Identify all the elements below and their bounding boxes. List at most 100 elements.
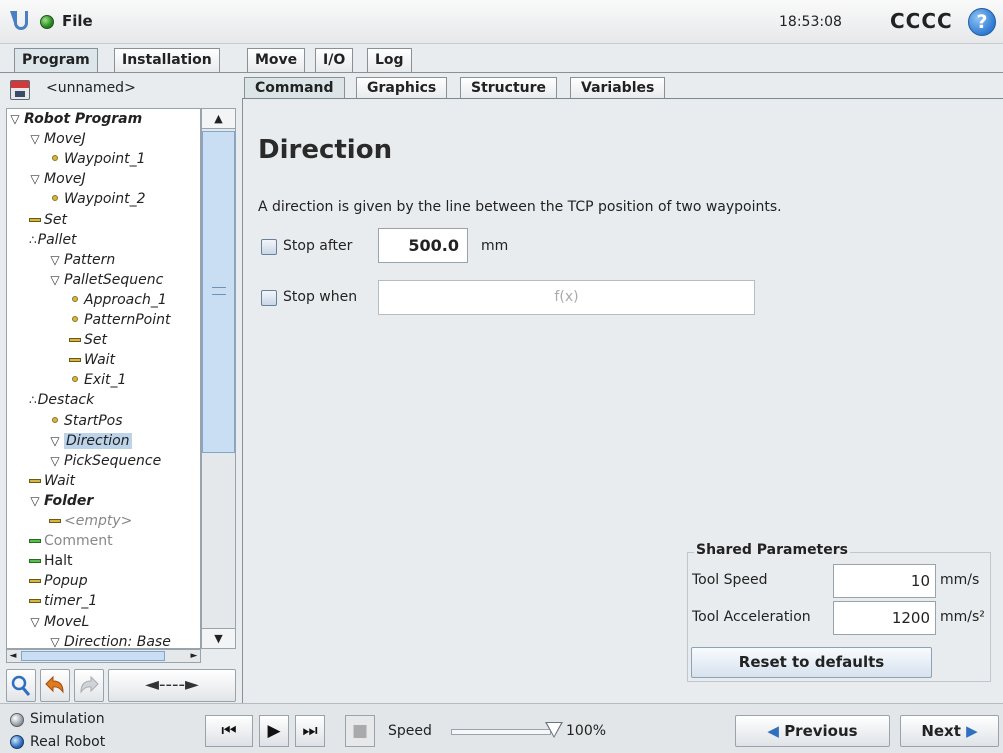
tree-node-label: Set (44, 211, 67, 228)
step-button[interactable]: ⏭ (295, 715, 325, 747)
tab-variables[interactable]: Variables (570, 77, 666, 99)
next-button[interactable]: Next ▶ (900, 715, 999, 747)
tree-node-label: MoveJ (44, 131, 86, 148)
scroll-right-icon[interactable]: ► (188, 650, 200, 662)
tool-acceleration-input[interactable]: 1200 (833, 601, 936, 635)
tab-log[interactable]: Log (367, 48, 412, 72)
save-icon[interactable] (10, 80, 30, 100)
tool-acceleration-label: Tool Acceleration (692, 609, 811, 625)
stop-after-checkbox[interactable] (261, 239, 277, 255)
stop-button[interactable]: ■ (345, 715, 375, 747)
stop-after-unit: mm (481, 238, 509, 254)
triangle-down-icon: ▽ (30, 172, 40, 187)
scroll-thumb[interactable] (202, 131, 235, 453)
speed-slider[interactable] (451, 729, 551, 735)
tree-node[interactable]: Approach_1 (69, 290, 167, 310)
real-robot-radio[interactable] (10, 735, 24, 749)
tree-vertical-scrollbar[interactable]: ▲ ▼ (201, 108, 236, 649)
help-icon[interactable]: ? (968, 8, 996, 36)
real-robot-label[interactable]: Real Robot (30, 734, 105, 750)
program-tree[interactable]: ▽ Robot Program ▽ MoveJ Waypoint_1 ▽ MoveJ Wayp… (6, 108, 201, 649)
tree-node[interactable]: ▽ MoveL (29, 612, 89, 632)
stop-icon: ■ (351, 721, 369, 741)
tab-move[interactable]: Move (247, 48, 306, 72)
reset-to-defaults-button[interactable]: Reset to defaults (691, 647, 932, 678)
tree-node[interactable]: Set (29, 210, 67, 230)
tree-node[interactable]: Halt (29, 551, 73, 571)
previous-button[interactable]: ◀ Previous (735, 715, 890, 747)
tree-node[interactable]: ▽ Pattern (49, 250, 115, 270)
scroll-thumb-horizontal[interactable] (21, 651, 165, 661)
tab-program[interactable]: Program (14, 48, 98, 73)
tree-node[interactable]: Waypoint_2 (49, 189, 146, 209)
scroll-down-icon[interactable]: ▼ (202, 628, 235, 648)
stop-after-input[interactable]: 500.0 (378, 228, 468, 263)
tree-node[interactable]: Exit_1 (69, 370, 126, 390)
tree-node[interactable]: ▽ Direction: Base (49, 632, 170, 648)
stop-when-checkbox[interactable] (261, 290, 277, 306)
triangle-down-icon: ▽ (30, 614, 40, 629)
tab-command[interactable]: Command (244, 77, 345, 99)
description: A direction is given by the line between… (258, 199, 782, 215)
tree-node[interactable]: ▽ Robot Program (9, 109, 142, 129)
tree-node[interactable]: Popup (29, 571, 88, 591)
tab-installation[interactable]: Installation (114, 48, 220, 72)
tree-node[interactable]: Wait (69, 350, 115, 370)
tree-node[interactable]: timer_1 (29, 591, 97, 611)
tree-node[interactable]: Waypoint_1 (49, 149, 146, 169)
arrow-right-icon: ▶ (966, 722, 978, 740)
tree-node-label: PalletSequenc (64, 271, 164, 288)
tree-node[interactable]: ▽ Folder (29, 491, 93, 511)
scroll-left-icon[interactable]: ◄ (7, 650, 19, 662)
tree-node[interactable]: Wait (29, 471, 75, 491)
ur-logo-icon (10, 11, 28, 30)
tree-node[interactable]: ▽ MoveJ (29, 169, 85, 189)
redo-button[interactable] (74, 669, 104, 702)
tree-node[interactable]: ▽ Direction (49, 431, 132, 451)
triangle-down-icon: ▽ (10, 112, 20, 126)
rewind-icon: ⏮ (221, 721, 237, 741)
waypoint-icon (52, 416, 58, 423)
undo-button[interactable] (40, 669, 70, 702)
file-menu[interactable]: File (62, 12, 93, 30)
tree-node-label: Destack (37, 392, 95, 409)
stop-when-expression-field[interactable]: f(x) (378, 280, 755, 315)
tab-graphics[interactable]: Graphics (356, 77, 448, 99)
tab-io[interactable]: I/O (315, 48, 354, 72)
tree-node[interactable]: PatternPoint (69, 310, 171, 330)
play-button[interactable]: ▶ (259, 715, 289, 747)
tree-node-label: PatternPoint (84, 312, 171, 328)
speed-slider-handle[interactable] (545, 722, 563, 738)
tree-node[interactable]: StartPos (49, 411, 123, 431)
tree-node-label: Popup (44, 573, 88, 590)
redo-icon (80, 675, 99, 694)
step-icon: ⏭ (302, 721, 318, 741)
tree-node[interactable]: ∴ Destack (29, 390, 94, 410)
robot-name: CCCC (890, 9, 953, 33)
tree-node[interactable]: Set (69, 330, 107, 350)
title-bar: File 18:53:08 CCCC ? (0, 0, 1003, 44)
tree-node[interactable]: ∴ Pallet (29, 230, 77, 250)
pallet-icon: ∴ (29, 232, 37, 247)
tree-node-label: Waypoint_1 (64, 151, 146, 168)
tree-node[interactable]: Comment (29, 531, 113, 551)
simulation-radio[interactable] (10, 713, 24, 727)
tool-speed-input[interactable]: 10 (833, 564, 936, 598)
rewind-button[interactable]: ⏮ (205, 715, 253, 747)
scroll-up-icon[interactable]: ▲ (202, 109, 235, 129)
simulation-label[interactable]: Simulation (30, 711, 105, 727)
tree-node-label: StartPos (64, 412, 123, 429)
tab-structure[interactable]: Structure (460, 77, 558, 99)
tree-horizontal-scrollbar[interactable]: ◄ ► (6, 649, 201, 663)
command-bar-icon (29, 559, 41, 564)
tree-node-label: Wait (84, 352, 116, 369)
tree-node[interactable]: ▽ MoveJ (29, 129, 86, 149)
search-button[interactable] (6, 669, 36, 702)
tree-node[interactable]: <empty> (49, 511, 132, 531)
command-bar-icon (29, 599, 41, 604)
tree-node[interactable]: ▽ PickSequence (49, 451, 161, 471)
tree-node[interactable]: ▽ PalletSequenc (49, 270, 163, 290)
triangle-down-icon: ▽ (50, 433, 60, 448)
move-node-button[interactable]: ◄----► (108, 669, 236, 702)
pallet-icon: ∴ (29, 393, 37, 408)
